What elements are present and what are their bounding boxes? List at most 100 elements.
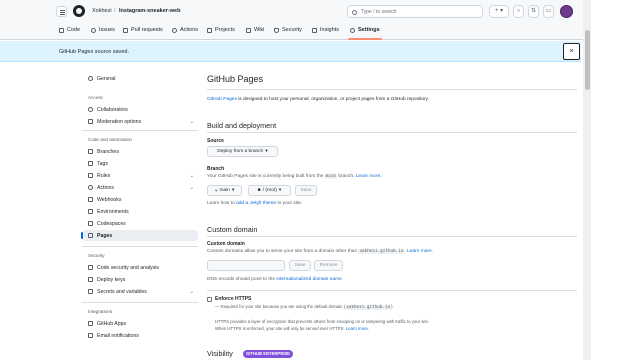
repo-name-link[interactable]: Instagram-sneaker-web bbox=[119, 8, 180, 14]
sidebar-item-secrets[interactable]: Secrets and variables ⌄ bbox=[82, 286, 198, 297]
issues-icon[interactable]: ○ bbox=[513, 5, 524, 18]
build-heading: Build and deployment bbox=[207, 121, 277, 130]
sidebar-item-label: Moderation options bbox=[97, 118, 142, 125]
source-label: Source bbox=[207, 138, 224, 144]
domain-save-button[interactable]: Save bbox=[289, 260, 311, 271]
people-icon bbox=[88, 107, 93, 112]
tab-code[interactable]: Code bbox=[59, 27, 80, 33]
dns-text: DNS records should point to the internat… bbox=[207, 277, 343, 282]
sidebar-item-pages[interactable]: Pages bbox=[81, 230, 198, 241]
tab-insights[interactable]: Insights bbox=[312, 27, 339, 33]
search-input[interactable]: Type / to search bbox=[347, 5, 483, 18]
https-learn-more-link[interactable]: Learn more bbox=[346, 326, 368, 331]
tab-security[interactable]: Security bbox=[274, 27, 302, 33]
rules-icon bbox=[88, 173, 93, 178]
branch-description: Your GitHub Pages site is currently bein… bbox=[207, 174, 382, 179]
sidebar-item-label: Rules bbox=[97, 172, 111, 179]
dns-text-b: . bbox=[341, 277, 344, 282]
tab-wiki[interactable]: Wiki bbox=[246, 27, 264, 33]
custom-learn-more-link[interactable]: Learn more bbox=[407, 249, 432, 254]
branch-label: Branch bbox=[207, 166, 225, 172]
custom-domain-label: Custom domain bbox=[207, 241, 245, 247]
folder-select-button[interactable]: ■ / (root) ▾ bbox=[248, 185, 291, 196]
https-req-code: xokhezi.github.io bbox=[345, 305, 392, 310]
webhook-icon bbox=[88, 197, 93, 202]
tab-label: Issues bbox=[99, 27, 115, 33]
window-margin bbox=[591, 0, 640, 360]
github-logo-icon[interactable] bbox=[73, 5, 85, 17]
folder-icon: ■ bbox=[257, 188, 261, 193]
sidebar-item-webhooks[interactable]: Webhooks bbox=[82, 194, 198, 205]
scrollbar[interactable] bbox=[583, 0, 591, 360]
sidebar-item-tags[interactable]: Tags bbox=[82, 158, 198, 169]
branch-select-button[interactable]: ⑂ main ▾ bbox=[207, 185, 242, 196]
sidebar-item-email-notifications[interactable]: Email notifications bbox=[82, 330, 198, 341]
sidebar-item-branches[interactable]: Branches bbox=[82, 146, 198, 157]
sidebar-item-deploy-keys[interactable]: Deploy keys bbox=[82, 274, 198, 285]
sidebar-divider bbox=[82, 130, 198, 131]
tab-settings[interactable]: Settings bbox=[348, 27, 382, 40]
jekyll-text-a: Learn how to bbox=[207, 201, 237, 206]
dns-text-a: DNS records should point to the bbox=[207, 277, 277, 282]
jekyll-text: Learn how to add a Jekyll theme to your … bbox=[207, 201, 302, 206]
sidebar-item-label: Secrets and variables bbox=[97, 288, 147, 295]
tag-icon bbox=[88, 161, 93, 166]
sidebar-item-label: Code security and analysis bbox=[97, 264, 159, 271]
search-icon bbox=[352, 9, 357, 15]
tab-pull-requests[interactable]: Pull requests bbox=[123, 27, 163, 33]
sidebar-item-label: Email notifications bbox=[97, 332, 139, 339]
branch-desc-text: Your GitHub Pages site is currently bein… bbox=[207, 174, 325, 179]
create-new-button[interactable]: + ▾ bbox=[489, 5, 509, 18]
tab-label: Insights bbox=[320, 27, 339, 33]
sidebar-item-environments[interactable]: Environments bbox=[82, 206, 198, 217]
tab-actions[interactable]: Actions bbox=[172, 27, 198, 33]
close-icon[interactable]: × bbox=[563, 43, 580, 60]
comment-icon bbox=[88, 119, 93, 124]
flash-message: GitHub Pages source saved. bbox=[59, 49, 130, 55]
sidebar-item-label: Branches bbox=[97, 148, 119, 155]
divider bbox=[207, 89, 577, 90]
avatar[interactable] bbox=[560, 5, 573, 18]
gear-icon bbox=[350, 27, 355, 33]
branch-learn-more-link[interactable]: Learn more bbox=[356, 174, 381, 179]
sidebar-item-collaborators[interactable]: Collaborators bbox=[82, 104, 198, 115]
sidebar-item-rules[interactable]: Rules ⌄ bbox=[82, 170, 198, 181]
inbox-icon[interactable]: ▭ bbox=[543, 5, 554, 18]
sidebar-item-label: Pages bbox=[97, 232, 113, 239]
menu-icon[interactable] bbox=[56, 6, 67, 17]
chevron-down-icon: ⌄ bbox=[189, 185, 194, 191]
tab-label: Actions bbox=[180, 27, 199, 33]
sidebar-item-github-apps[interactable]: GitHub Apps bbox=[82, 318, 198, 329]
repo-owner-link[interactable]: Xokhezi bbox=[92, 8, 112, 14]
breadcrumb-separator: / bbox=[114, 8, 116, 14]
pull-requests-icon[interactable]: ⇅ bbox=[528, 5, 539, 18]
chevron-down-icon: ⌄ bbox=[189, 289, 194, 295]
enforce-https-checkbox[interactable] bbox=[207, 297, 212, 302]
sidebar-item-code-security[interactable]: Code security and analysis bbox=[82, 262, 198, 273]
jekyll-theme-link[interactable]: add a Jekyll theme bbox=[236, 201, 276, 206]
repo-nav: Code Issues Pull requests Actions Projec… bbox=[0, 23, 640, 40]
github-pages-link[interactable]: GitHub Pages bbox=[207, 97, 237, 102]
play-icon bbox=[172, 27, 177, 33]
page-title: GitHub Pages bbox=[207, 74, 264, 84]
sidebar-item-actions[interactable]: Actions ⌄ bbox=[82, 182, 198, 193]
custom-domain-heading: Custom domain bbox=[207, 225, 258, 234]
play-icon bbox=[88, 185, 93, 190]
apps-icon bbox=[88, 321, 93, 326]
sidebar-item-general[interactable]: General bbox=[82, 73, 198, 84]
tab-projects[interactable]: Projects bbox=[207, 27, 235, 33]
table-icon bbox=[207, 27, 212, 33]
source-dropdown[interactable]: Deploy from a branch ▾ bbox=[207, 146, 278, 157]
divider bbox=[207, 132, 577, 133]
tab-issues[interactable]: Issues bbox=[91, 27, 115, 33]
scrollbar-thumb[interactable] bbox=[584, 30, 590, 90]
custom-domain-input[interactable] bbox=[207, 260, 285, 271]
sidebar-item-label: Collaborators bbox=[97, 106, 128, 113]
sidebar-item-codespaces[interactable]: Codespaces bbox=[82, 218, 198, 229]
save-branch-button[interactable]: Save bbox=[295, 185, 317, 196]
domain-remove-button[interactable]: Remove bbox=[314, 260, 343, 271]
folder-select-label: / (root) bbox=[262, 188, 277, 193]
sidebar-item-moderation[interactable]: Moderation options ⌄ bbox=[82, 116, 198, 127]
branch-icon bbox=[88, 149, 93, 154]
idn-link[interactable]: internationalized domain name bbox=[276, 277, 341, 282]
